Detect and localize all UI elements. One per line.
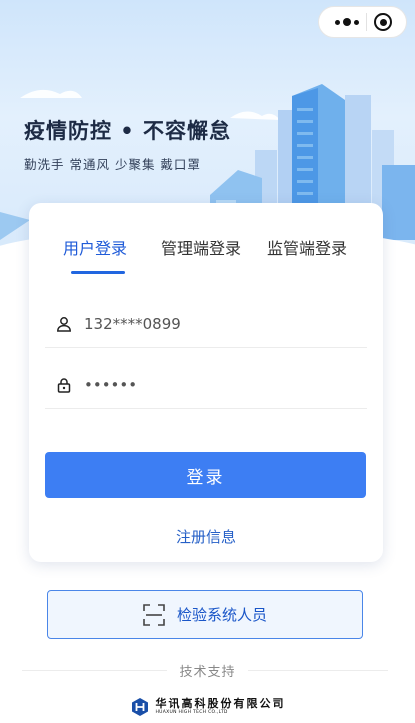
company-name-en: HUAXUN HIGH TECH CO.,LTD <box>155 710 228 716</box>
company-name-cn: 华讯高科股份有限公司 <box>155 697 286 711</box>
register-link[interactable]: 注册信息 <box>29 526 383 547</box>
tech-support: 技术支持 <box>0 661 415 680</box>
active-tab-indicator <box>71 271 125 274</box>
verify-staff-label: 检验系统人员 <box>176 606 267 624</box>
company-logo-icon <box>131 698 148 716</box>
password-input[interactable] <box>84 375 344 394</box>
hygiene-tips: 勤洗手 常通风 少聚集 戴口罩 <box>24 157 201 172</box>
slogan-title: 疫情防控 • 不容懈怠 <box>24 119 232 143</box>
login-tabs: 用户登录 管理端登录 监管端登录 <box>29 235 383 275</box>
tab-user-login[interactable]: 用户登录 <box>63 235 127 259</box>
company-names: 华讯高科股份有限公司 HUAXUN HIGH TECH CO.,LTD <box>156 698 286 716</box>
scan-icon <box>143 603 165 626</box>
target-icon[interactable] <box>374 13 392 31</box>
capsule-divider <box>366 13 367 31</box>
user-icon <box>57 316 71 332</box>
verify-staff-button[interactable]: 检验系统人员 <box>47 590 363 639</box>
more-dots-icon[interactable] <box>335 18 359 26</box>
tech-support-label: 技术支持 <box>167 665 248 680</box>
mini-program-capsule[interactable] <box>318 6 407 38</box>
login-button[interactable]: 登录 <box>45 452 366 498</box>
tab-supervisor-login[interactable]: 监管端登录 <box>267 235 347 259</box>
lock-icon <box>57 377 71 393</box>
tab-admin-login[interactable]: 管理端登录 <box>161 235 241 259</box>
login-card: 用户登录 管理端登录 监管端登录 登录 注册信息 <box>29 203 383 562</box>
phone-field <box>45 300 367 348</box>
password-field <box>45 361 367 409</box>
phone-input[interactable] <box>84 314 344 333</box>
company-branding: 华讯高科股份有限公司 HUAXUN HIGH TECH CO.,LTD <box>0 697 415 717</box>
